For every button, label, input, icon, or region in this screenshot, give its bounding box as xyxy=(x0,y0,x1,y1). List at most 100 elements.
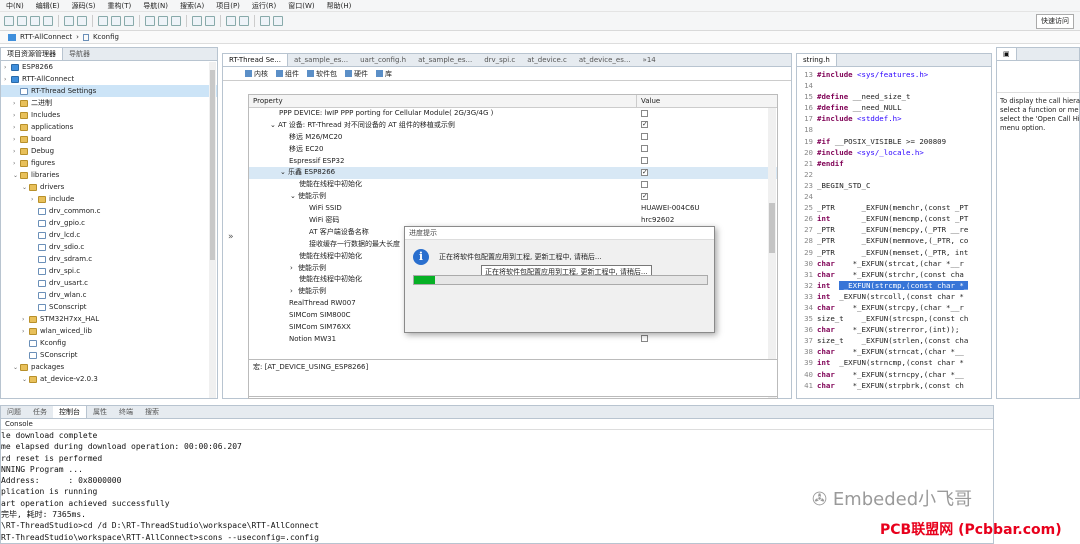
tree-item[interactable]: › include xyxy=(1,193,217,205)
property-checkbox[interactable] xyxy=(641,109,648,117)
tree-item[interactable]: Kconfig xyxy=(1,337,217,349)
console-tab[interactable]: 终端 xyxy=(113,406,139,418)
tree-item[interactable]: › RTT-AllConnect xyxy=(1,73,217,85)
property-checkbox[interactable] xyxy=(641,145,648,153)
console-tab[interactable]: 搜索 xyxy=(139,406,165,418)
tab-call-hierarchy[interactable]: ▣ xyxy=(997,48,1017,60)
terminal-icon[interactable] xyxy=(98,16,108,26)
tree-item[interactable]: ⌄ packages xyxy=(1,361,217,373)
property-row[interactable]: Espressif ESP32 xyxy=(249,156,777,168)
save-icon[interactable] xyxy=(17,16,27,26)
property-row[interactable]: ⌄ 使能示例 xyxy=(249,191,777,203)
subtab-2[interactable]: 软件包 xyxy=(307,69,337,79)
tree-item[interactable]: ⌄ drivers xyxy=(1,181,217,193)
menu-item-5[interactable]: 搜索(A) xyxy=(174,1,210,11)
property-row[interactable]: 使能在线程中初始化 xyxy=(249,179,777,191)
tree-item[interactable]: drv_sdram.c xyxy=(1,253,217,265)
build-icon[interactable] xyxy=(64,16,74,26)
console-tab[interactable]: 属性 xyxy=(87,406,113,418)
tree-item[interactable]: › figures xyxy=(1,157,217,169)
property-row[interactable]: WiFi SSID HUAWEI-004C6U xyxy=(249,203,777,215)
tree-item[interactable]: › board xyxy=(1,133,217,145)
property-checkbox[interactable] xyxy=(641,157,648,165)
property-checkbox[interactable] xyxy=(641,167,648,179)
nav-next-icon[interactable] xyxy=(273,16,283,26)
tree-item[interactable]: RT-Thread Settings xyxy=(1,85,217,97)
settings-icon[interactable] xyxy=(124,16,134,26)
column-header-value[interactable]: Value xyxy=(637,95,660,107)
search-icon[interactable] xyxy=(192,16,202,26)
column-header-property[interactable]: Property xyxy=(249,95,637,107)
menu-item-7[interactable]: 运行(R) xyxy=(246,1,282,11)
debug-icon[interactable] xyxy=(77,16,87,26)
property-checkbox[interactable] xyxy=(641,335,648,343)
property-checkbox[interactable] xyxy=(641,191,648,203)
stop-icon[interactable] xyxy=(171,16,181,26)
property-value[interactable]: HUAWEI-004C6U xyxy=(641,204,700,212)
new-icon[interactable] xyxy=(4,16,14,26)
menu-item-3[interactable]: 重构(T) xyxy=(102,1,138,11)
editor-tab[interactable]: drv_spi.c xyxy=(478,54,521,66)
chevron-right-icon[interactable]: › xyxy=(290,263,298,275)
tree-item[interactable]: drv_gpio.c xyxy=(1,217,217,229)
chevron-down-icon[interactable]: ⌄ xyxy=(290,191,298,203)
subtab-0[interactable]: 内核 xyxy=(245,69,268,79)
property-row[interactable]: ⌄ AT 设备: RT-Thread 对不同设备的 AT 组件的移植或示例 xyxy=(249,119,777,132)
tree-item[interactable]: drv_usart.c xyxy=(1,277,217,289)
breadcrumb-item-project[interactable]: RTT-AllConnect xyxy=(20,33,72,41)
property-row[interactable]: 移远 M26/MC20 xyxy=(249,132,777,144)
tab-project-explorer[interactable]: 项目资源管理器 xyxy=(1,48,63,60)
breadcrumb-item-file[interactable]: Kconfig xyxy=(93,33,119,41)
menu-item-6[interactable]: 项目(P) xyxy=(210,1,246,11)
menu-item-9[interactable]: 帮助(H) xyxy=(321,1,358,11)
tree-item[interactable]: › Includes xyxy=(1,109,217,121)
chevron-down-icon[interactable]: ⌄ xyxy=(270,120,278,132)
wrench-icon[interactable] xyxy=(145,16,155,26)
property-scrollbar[interactable] xyxy=(768,108,776,398)
property-row[interactable]: 移远 EC20 xyxy=(249,144,777,156)
editor-tab[interactable]: at_sample_es... xyxy=(288,54,354,66)
forward-icon[interactable] xyxy=(239,16,249,26)
nav-prev-icon[interactable] xyxy=(260,16,270,26)
property-value[interactable]: hrc92602 xyxy=(641,216,674,224)
editor-tab[interactable]: at_sample_es... xyxy=(412,54,478,66)
chevron-down-icon[interactable]: ⌄ xyxy=(22,374,29,386)
menu-item-0[interactable]: 中(N) xyxy=(0,1,30,11)
editor-tab[interactable]: RT-Thread Se... xyxy=(223,54,288,66)
subtab-1[interactable]: 组件 xyxy=(276,69,299,79)
property-checkbox[interactable] xyxy=(641,180,648,188)
tab-string-h[interactable]: string.h xyxy=(797,54,837,66)
explorer-scrollbar[interactable] xyxy=(209,62,216,398)
run-icon[interactable] xyxy=(158,16,168,26)
bookmark-icon[interactable] xyxy=(205,16,215,26)
property-checkbox[interactable] xyxy=(641,119,648,131)
double-chevron-icon[interactable]: » xyxy=(228,232,234,242)
chevron-right-icon[interactable]: › xyxy=(290,286,298,298)
console-tab[interactable]: 问题 xyxy=(1,406,27,418)
property-checkbox[interactable] xyxy=(641,133,648,141)
menu-item-1[interactable]: 编辑(E) xyxy=(30,1,66,11)
property-row[interactable]: PPP DEVICE: lwIP PPP porting for Cellula… xyxy=(249,108,777,120)
save-all-icon[interactable] xyxy=(30,16,40,26)
tree-item[interactable]: › STM32H7xx_HAL xyxy=(1,313,217,325)
print-icon[interactable] xyxy=(43,16,53,26)
tree-item[interactable]: › Debug xyxy=(1,145,217,157)
tree-item[interactable]: › applications xyxy=(1,121,217,133)
property-row[interactable]: Notion MW31 xyxy=(249,334,777,346)
tree-item[interactable]: drv_common.c xyxy=(1,205,217,217)
back-icon[interactable] xyxy=(226,16,236,26)
tree-item[interactable]: › 二进制 xyxy=(1,97,217,109)
tree-item[interactable]: drv_sdio.c xyxy=(1,241,217,253)
subtab-3[interactable]: 硬件 xyxy=(345,69,368,79)
tree-item[interactable]: SConscript xyxy=(1,301,217,313)
tab-navigator[interactable]: 导航器 xyxy=(63,48,96,60)
tree-item[interactable]: ⌄ libraries xyxy=(1,169,217,181)
menu-item-2[interactable]: 源码(S) xyxy=(66,1,102,11)
quick-access-button[interactable]: 快速访问 xyxy=(1036,14,1074,29)
code-view[interactable]: 13 #include <sys/features.h> 14 15 #define _… xyxy=(797,67,991,391)
menu-item-4[interactable]: 导航(N) xyxy=(137,1,174,11)
download-icon[interactable] xyxy=(111,16,121,26)
subtab-4[interactable]: 库 xyxy=(376,69,392,79)
tree-item[interactable]: › wlan_wiced_lib xyxy=(1,325,217,337)
tab-overflow-button[interactable]: »14 xyxy=(637,54,662,66)
